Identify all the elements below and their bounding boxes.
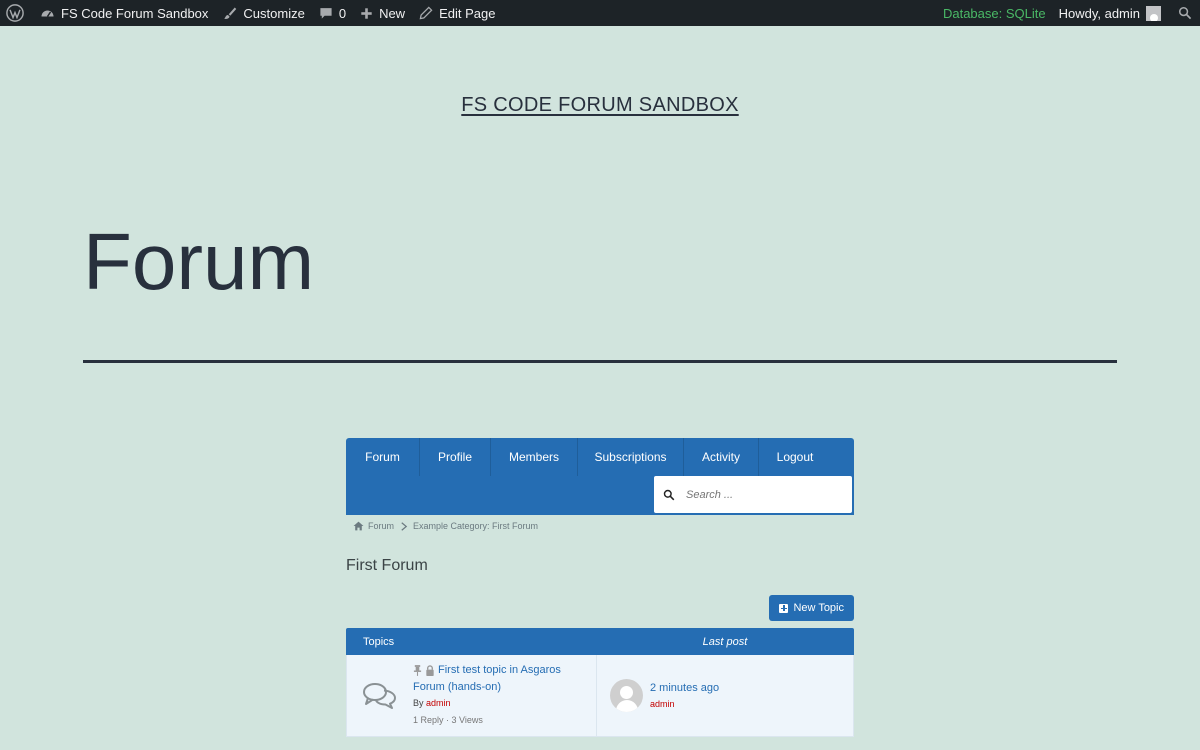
user-avatar	[1146, 5, 1161, 21]
conversation-icon	[363, 682, 396, 709]
nav-profile[interactable]: Profile	[420, 438, 491, 476]
new-label: New	[379, 5, 406, 21]
lock-icon	[426, 664, 434, 676]
nav-logout[interactable]: Logout	[759, 438, 831, 476]
last-post-avatar	[610, 679, 643, 712]
database-label: Database: SQLite	[942, 5, 1046, 21]
topic-author-line: By admin	[413, 698, 593, 708]
topic-row: First test topic in Asgaros Forum (hands…	[346, 655, 854, 737]
site-name-label: FS Code Forum Sandbox	[61, 5, 209, 21]
pencil-icon	[419, 6, 433, 20]
howdy-label: Howdy, admin	[1058, 5, 1140, 21]
topic-author-link[interactable]: admin	[426, 698, 451, 708]
forum-container: Forum Profile Members Subscriptions Acti…	[346, 438, 854, 737]
wordpress-logo-button[interactable]	[0, 0, 33, 26]
comments-count: 0	[338, 5, 347, 21]
breadcrumb: Forum Example Category: First Forum	[346, 521, 854, 531]
nav-subscriptions[interactable]: Subscriptions	[578, 438, 684, 476]
plus-icon	[361, 7, 372, 19]
last-post-cell: 2 minutes ago admin	[597, 655, 719, 736]
topic-stats: 1 Reply · 3 Views	[413, 715, 483, 725]
forum-navigation: Forum Profile Members Subscriptions Acti…	[346, 438, 854, 515]
by-label: By	[413, 698, 424, 708]
admin-bar: FS Code Forum Sandbox Customize 0 New Ed…	[0, 0, 1200, 26]
nav-forum[interactable]: Forum	[346, 438, 420, 476]
nav-members[interactable]: Members	[491, 438, 578, 476]
new-topic-button[interactable]: New Topic	[769, 595, 854, 621]
search-icon	[663, 489, 675, 500]
comments-link[interactable]: 0	[312, 0, 353, 26]
forum-heading: First Forum	[346, 557, 428, 574]
last-post-user-link[interactable]: admin	[650, 699, 719, 709]
account-menu[interactable]: Howdy, admin	[1052, 0, 1168, 26]
last-post-time-link[interactable]: 2 minutes ago	[650, 682, 719, 694]
page-title: Forum	[83, 217, 315, 306]
wordpress-icon	[6, 4, 24, 22]
home-icon	[353, 521, 364, 531]
customize-label: Customize	[243, 5, 305, 21]
brush-icon	[224, 7, 237, 19]
breadcrumb-current[interactable]: Example Category: First Forum	[413, 521, 538, 531]
customize-link[interactable]: Customize	[215, 0, 311, 26]
plus-square-icon	[779, 603, 789, 613]
dashboard-icon	[41, 10, 54, 17]
title-divider	[83, 360, 1117, 363]
new-content-menu[interactable]: New	[353, 0, 412, 26]
column-last-post: Last post	[702, 635, 748, 648]
topic-title-link[interactable]: First test topic in Asgaros Forum (hands…	[413, 664, 561, 693]
search-icon	[1178, 6, 1192, 20]
nav-activity[interactable]: Activity	[684, 438, 759, 476]
edit-page-label: Edit Page	[439, 5, 496, 21]
pin-icon	[413, 664, 422, 676]
breadcrumb-home[interactable]: Forum	[368, 521, 394, 531]
comment-bubble-icon	[320, 8, 332, 19]
site-name-menu[interactable]: FS Code Forum Sandbox	[33, 0, 215, 26]
new-topic-label: New Topic	[793, 602, 844, 614]
forum-search-box	[654, 476, 852, 513]
edit-page-link[interactable]: Edit Page	[412, 0, 502, 26]
chevron-right-icon	[401, 521, 408, 531]
forum-search-input[interactable]	[684, 487, 838, 502]
column-topics: Topics	[363, 635, 395, 648]
adminbar-search-button[interactable]	[1168, 0, 1200, 26]
database-indicator: Database: SQLite	[936, 0, 1052, 26]
topics-table-header: Topics Last post	[346, 628, 854, 655]
site-title-link[interactable]: FS CODE FORUM SANDBOX	[0, 94, 1200, 117]
